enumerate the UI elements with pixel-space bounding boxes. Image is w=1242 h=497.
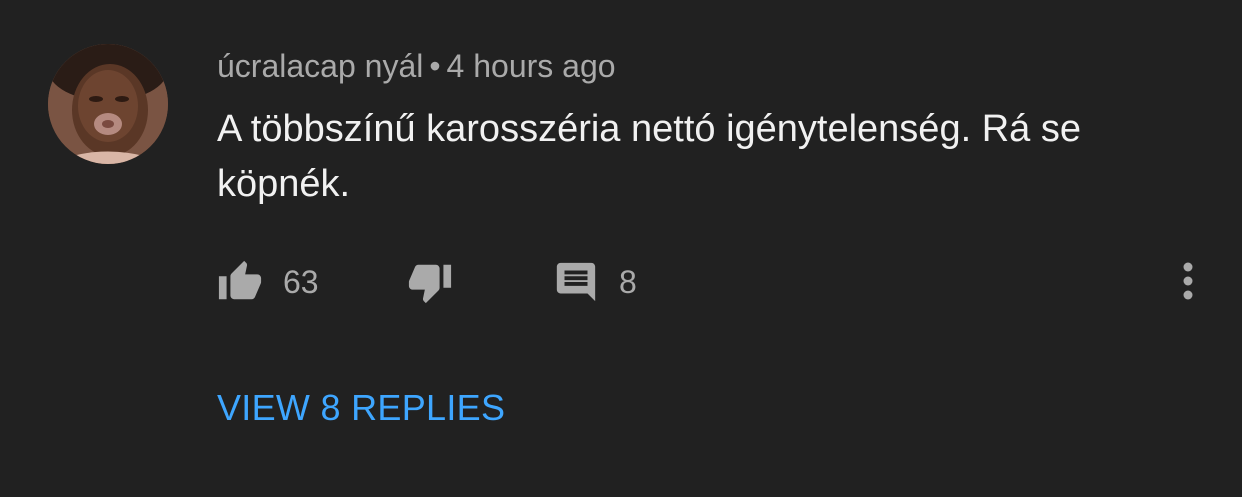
timestamp[interactable]: 4 hours ago xyxy=(447,48,616,84)
reply-count: 8 xyxy=(619,263,637,300)
more-vertical-icon xyxy=(1165,262,1211,308)
like-count: 63 xyxy=(283,263,319,300)
comment-thread: úcralacap nyál • 4 hours ago A többszínű k… xyxy=(0,0,1242,497)
dislike-button[interactable] xyxy=(407,254,453,310)
thumbs-up-icon xyxy=(217,259,263,305)
avatar-image xyxy=(48,44,168,164)
comment-meta: úcralacap nyál • 4 hours ago xyxy=(217,46,616,86)
comment-actions: 63 8 xyxy=(217,254,1217,310)
more-options-button[interactable] xyxy=(1165,258,1211,304)
meta-separator: • xyxy=(429,48,441,84)
author-name[interactable]: úcralacap nyál xyxy=(217,48,423,84)
reply-button[interactable]: 8 xyxy=(553,254,637,310)
comment-icon xyxy=(553,259,599,305)
like-button[interactable]: 63 xyxy=(217,254,319,310)
avatar[interactable] xyxy=(48,44,168,164)
thumbs-down-icon xyxy=(407,259,453,305)
comment-text: A többszínű karosszéria nettó igénytelen… xyxy=(217,108,1081,205)
view-replies-link[interactable]: VIEW 8 REPLIES xyxy=(217,386,505,430)
